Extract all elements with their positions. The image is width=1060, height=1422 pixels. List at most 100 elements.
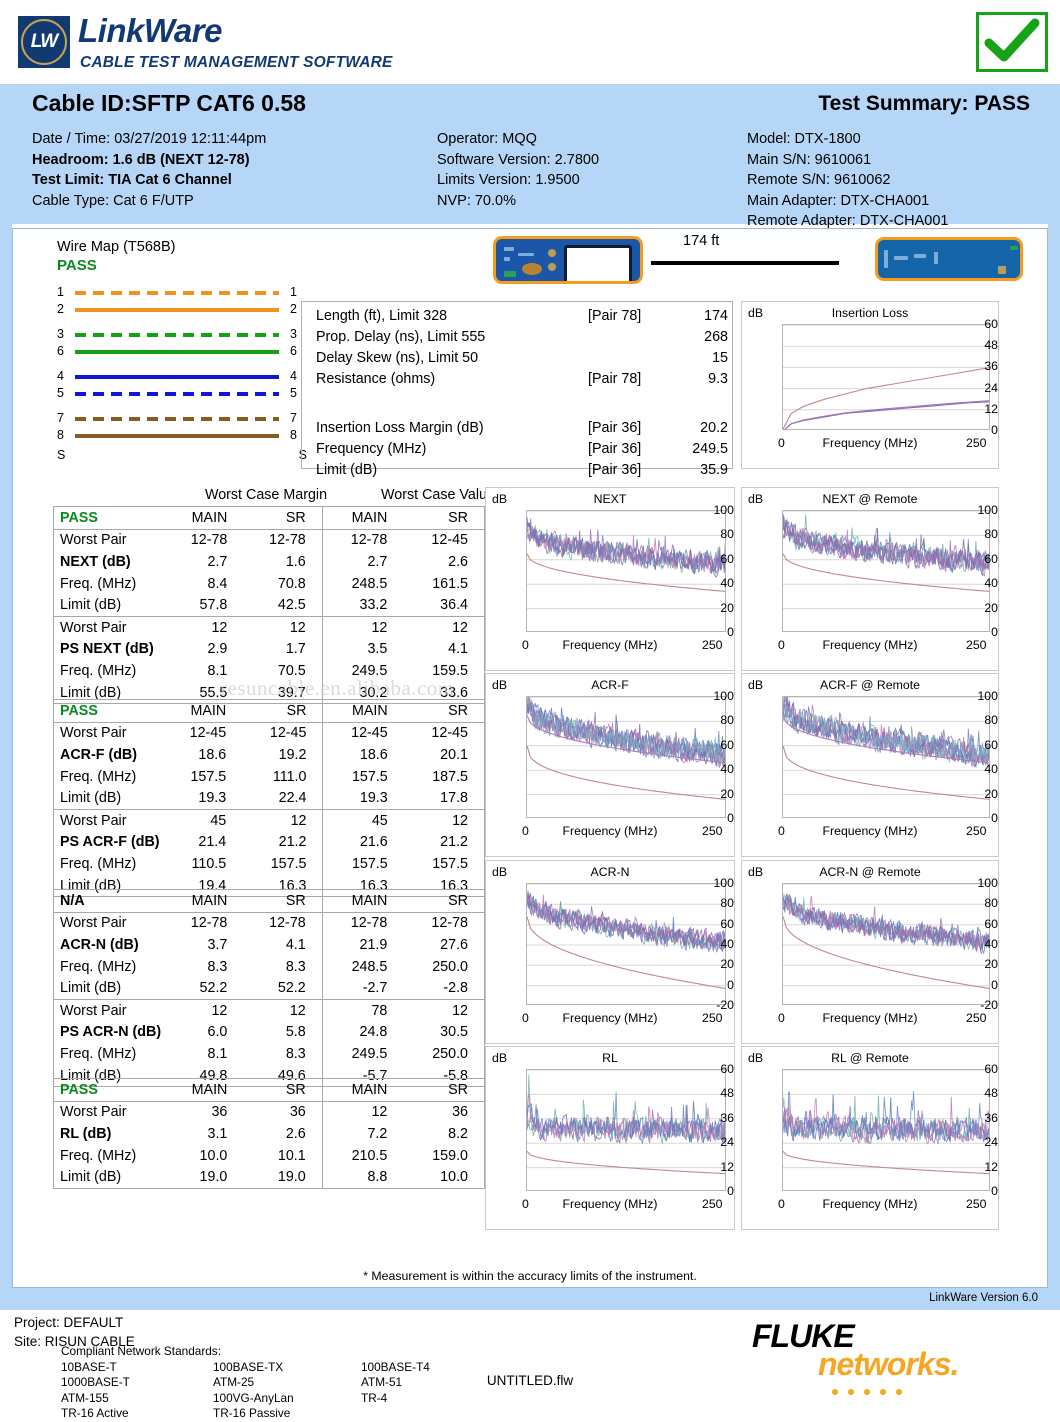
chart-plot-area — [782, 510, 990, 632]
row-label: PS NEXT (dB) — [54, 639, 163, 661]
wire-pin-right: 7 — [290, 411, 297, 425]
cable-length-label: 174 ft — [683, 233, 719, 249]
row-value: 70.8 — [243, 573, 322, 595]
logo-band: LW LinkWare CABLE TEST MANAGEMENT SOFTWA… — [0, 0, 1060, 84]
row-label: Worst Pair — [54, 529, 163, 551]
chart-y-tick: 48 — [964, 338, 998, 352]
wire-pin-left: 8 — [57, 428, 64, 442]
chart-title: ACR-F — [486, 678, 734, 692]
row-value: 57.8 — [163, 594, 244, 616]
standards-row: ATM-155100VG-AnyLanTR-4 — [61, 1391, 491, 1407]
chart-plot-area — [526, 1069, 726, 1191]
results-table-2: N/AMAINSRMAINSRWorst Pair12-7812-7812-78… — [53, 889, 485, 1087]
operator-info-line-3: NVP: 70.0% — [437, 191, 599, 212]
row-value: 18.6 — [323, 744, 404, 766]
row-value: 12 — [322, 616, 403, 638]
wire-pin-right: 6 — [290, 344, 297, 358]
measurement-value: 174 — [666, 308, 728, 324]
measurement-row: Length (ft), Limit 328[Pair 78]174 — [316, 308, 722, 329]
wire-map-row: 66 — [57, 343, 297, 360]
results-col-header: SR — [403, 1079, 484, 1102]
measurement-value: 35.9 — [666, 462, 728, 478]
row-value: 52.2 — [243, 977, 322, 999]
row-value: 12-45 — [323, 722, 404, 744]
table-row: Worst Pair45124512 — [54, 809, 485, 831]
row-label: Limit (dB) — [54, 977, 163, 999]
row-value: 161.5 — [403, 573, 484, 595]
chart-x-axis-label: Frequency (MHz) — [742, 1011, 998, 1025]
wire-pin-right: 1 — [290, 285, 297, 299]
chart-y-tick: 80 — [700, 527, 734, 541]
row-value: 27.6 — [403, 934, 484, 956]
row-value: 8.4 — [163, 573, 244, 595]
chart-y-tick: 36 — [964, 359, 998, 373]
table-row: RL (dB)3.12.67.28.2 — [54, 1123, 485, 1145]
chart-x-axis-label: Frequency (MHz) — [742, 824, 998, 838]
chart-y-tick: 80 — [700, 896, 734, 910]
row-value: 8.8 — [322, 1166, 403, 1188]
table-row: Worst Pair12121212 — [54, 616, 485, 638]
row-value: 8.3 — [243, 956, 322, 978]
row-label: Freq. (MHz) — [54, 766, 162, 788]
row-value: 8.3 — [243, 1043, 322, 1065]
table-row: PS ACR-F (dB)21.421.221.621.2 — [54, 832, 485, 854]
row-label: ACR-N (dB) — [54, 934, 163, 956]
chart-y-tick: -20 — [700, 998, 734, 1012]
row-label: NEXT (dB) — [54, 551, 163, 573]
chart-y-tick: 24 — [700, 1135, 734, 1149]
chart-title: ACR-F @ Remote — [742, 678, 998, 692]
site-label: Site: RISUN CABLE — [14, 1332, 135, 1351]
chart-y-tick: 24 — [964, 381, 998, 395]
row-value: 250.0 — [403, 956, 484, 978]
wire-pin-left: 7 — [57, 411, 64, 425]
row-value: 12-45 — [404, 722, 485, 744]
standards-row: TR-16 ActiveTR-16 Passive — [61, 1406, 491, 1422]
chart-y-tick: 12 — [700, 1160, 734, 1174]
row-label: PS ACR-F (dB) — [54, 832, 162, 854]
page-rail-right — [1048, 84, 1060, 1288]
row-value: 157.5 — [162, 766, 242, 788]
wire-map-status: PASS — [57, 257, 307, 274]
row-value: 12-78 — [403, 912, 484, 934]
row-value: -2.7 — [322, 977, 403, 999]
results-status-row: PASSMAINSRMAINSR — [54, 700, 485, 723]
results-col-header: MAIN — [163, 507, 244, 530]
row-value: 2.9 — [163, 639, 244, 661]
row-value: 17.8 — [404, 787, 485, 809]
results-column-group-header: Worst Case Margin Worst Case Value — [53, 487, 485, 506]
project-info: Project: DEFAULT Site: RISUN CABLE — [14, 1313, 135, 1351]
wire-map-title: Wire Map (T568B) — [57, 239, 307, 255]
chart-plot-area — [782, 883, 990, 1005]
wire-line-solid — [75, 434, 279, 438]
table-row: Freq. (MHz)8.38.3248.5250.0 — [54, 956, 485, 978]
row-value: 157.5 — [404, 853, 485, 875]
results-col-header: SR — [404, 700, 485, 723]
green-check-icon — [979, 15, 1045, 69]
row-value: 20.1 — [404, 744, 485, 766]
row-value: 6.0 — [163, 1022, 244, 1044]
device-info-line-3: Main Adapter: DTX-CHA001 — [747, 191, 948, 212]
row-value: 7.2 — [322, 1123, 403, 1145]
row-label: Freq. (MHz) — [54, 956, 163, 978]
chart-plot-area — [782, 1069, 990, 1191]
chart-title: RL — [486, 1051, 734, 1065]
device-diagram: 174 ft — [483, 231, 1023, 291]
chart-y-tick: 100 — [964, 503, 998, 517]
chart-y-tick: 40 — [964, 937, 998, 951]
row-value: 36 — [403, 1101, 484, 1123]
wire-line-solid — [75, 350, 279, 354]
results-col-header: MAIN — [322, 507, 403, 530]
table-row: Limit (dB)19.019.08.810.0 — [54, 1166, 485, 1188]
chart-y-tick: 40 — [964, 762, 998, 776]
row-value: 110.5 — [162, 853, 242, 875]
chart-y-tick: 80 — [700, 713, 734, 727]
table-row: Worst Pair12-4512-4512-4512-45 — [54, 722, 485, 744]
wire-map-row: 33 — [57, 326, 297, 343]
chart-y-tick: 60 — [700, 738, 734, 752]
measurement-value: 15 — [666, 350, 728, 366]
test-info-line-2: Test Limit: TIA Cat 6 Channel — [32, 170, 266, 191]
row-value: 159.0 — [403, 1145, 484, 1167]
measurement-label: Frequency (MHz) — [316, 441, 426, 457]
chart-y-tick: 100 — [700, 503, 734, 517]
wire-map-row: 88 — [57, 427, 297, 444]
